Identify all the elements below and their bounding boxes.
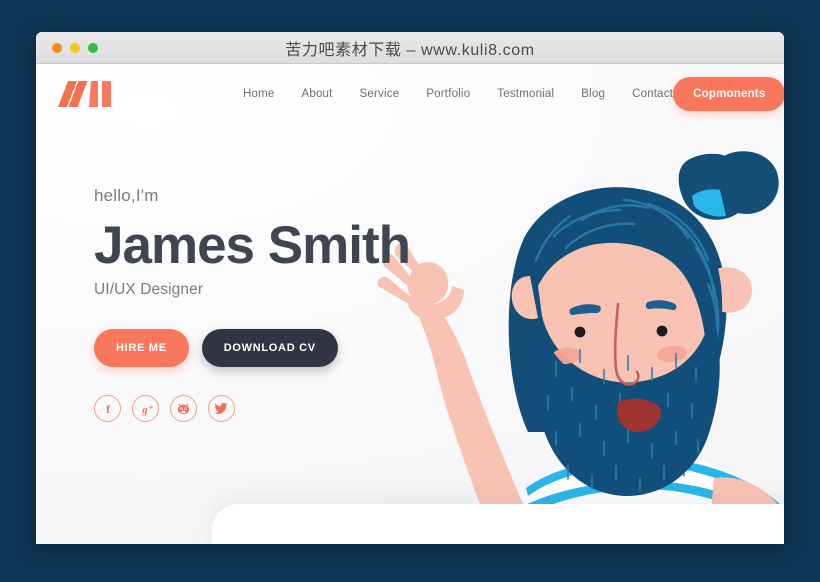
browser-titlebar: 苦力吧素材下载 – www.kuli8.com [36,32,784,64]
hero-role: UI/UX Designer [94,281,204,299]
brand-logo-icon[interactable] [58,79,118,109]
desktop-backdrop: 苦力吧素材下载 – www.kuli8.com Home About Servi… [0,0,820,582]
nav-item-portfolio[interactable]: Portfolio [426,88,470,100]
browser-window: 苦力吧素材下载 – www.kuli8.com Home About Servi… [36,32,784,544]
svg-text:f: f [106,402,111,416]
social-links: f g + [94,395,784,423]
nav-item-about[interactable]: About [301,88,332,100]
hire-me-button[interactable]: HIRE ME [94,329,189,368]
nav-item-testmonial[interactable]: Testmonial [497,88,554,100]
site-navbar: Home About Service Portfolio Testmonial … [36,64,784,124]
download-cv-button[interactable]: DOWNLOAD CV [201,329,338,368]
google-plus-icon[interactable]: g + [132,395,159,423]
hero-section: hello,I'm James Smith UI/UX Designer HIR… [36,124,784,423]
hero-greeting: hello,I'm [94,186,159,205]
website-viewport: Home About Service Portfolio Testmonial … [36,64,784,544]
hero-name: James Smith [94,216,411,275]
twitter-icon[interactable] [208,395,235,423]
svg-text:g: g [141,404,148,416]
svg-text:+: + [148,403,153,412]
close-button[interactable] [52,42,62,53]
window-title: 苦力吧素材下载 – www.kuli8.com [285,41,535,59]
components-cta-button[interactable]: Copmonents [673,77,784,111]
minimize-button[interactable] [70,42,80,53]
bottom-content-card [212,504,784,544]
nav-item-service[interactable]: Service [360,88,400,100]
nav-links: Home About Service Portfolio Testmonial … [243,88,673,100]
nav-item-home[interactable]: Home [243,88,274,100]
github-icon[interactable] [170,395,197,423]
nav-item-contact[interactable]: Contact [632,88,673,100]
hero-button-row: HIRE ME DOWNLOAD CV [94,329,784,368]
nav-item-blog[interactable]: Blog [581,88,605,100]
facebook-icon[interactable]: f [94,395,121,423]
window-controls[interactable] [52,42,98,53]
maximize-button[interactable] [88,42,98,53]
